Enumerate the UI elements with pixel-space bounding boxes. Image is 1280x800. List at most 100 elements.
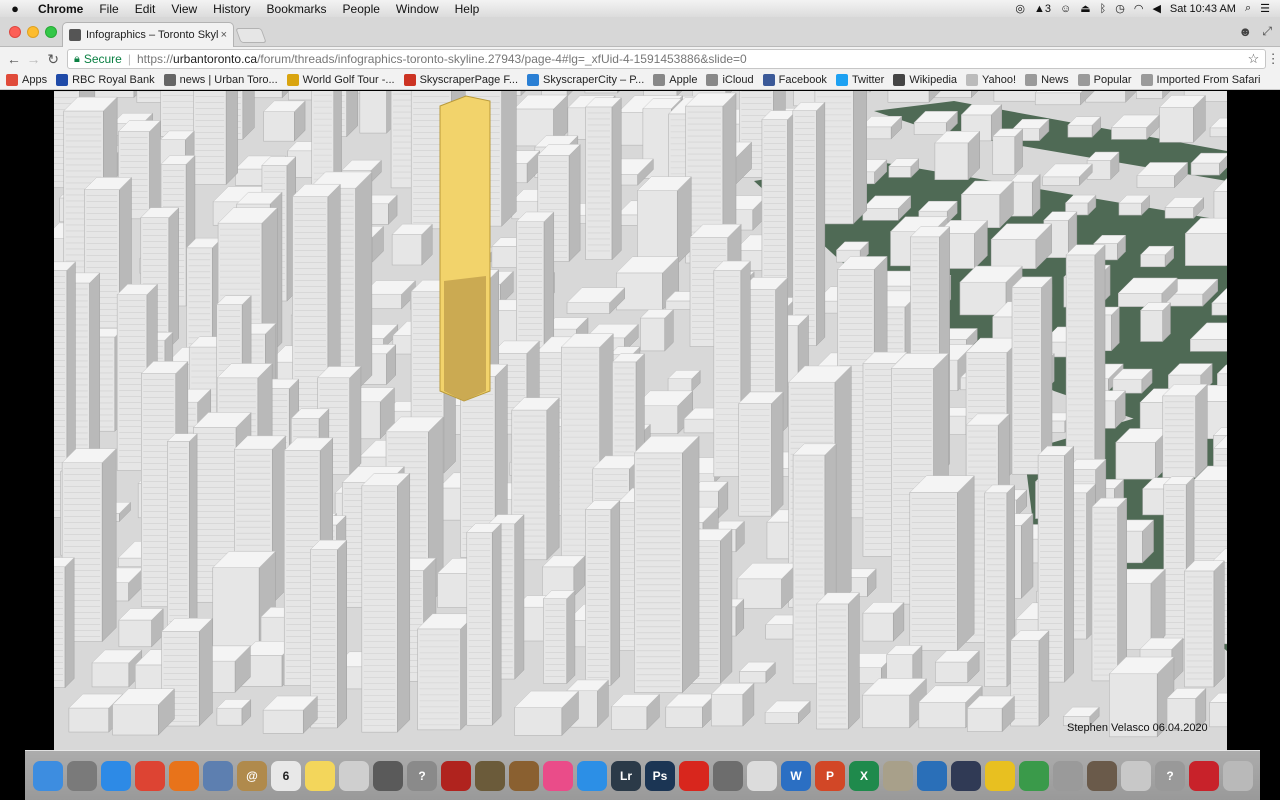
building-face	[792, 110, 817, 346]
bookmark-item[interactable]: Yahoo!	[966, 74, 1016, 86]
menu-file[interactable]: File	[91, 2, 126, 16]
keychain-icon[interactable]	[883, 760, 913, 791]
menu-window[interactable]: Window	[388, 2, 447, 16]
reload-icon[interactable]: ↻	[43, 51, 63, 68]
address-bar[interactable]: 🔒︎ Secure | https:// urbantoronto.ca /fo…	[66, 49, 1267, 69]
menu-view[interactable]: View	[163, 2, 205, 16]
time-machine-icon[interactable]: ◷	[1115, 2, 1125, 15]
close-window-button[interactable]	[9, 26, 21, 38]
building-side	[64, 557, 75, 689]
imovie-icon[interactable]	[475, 760, 505, 791]
building-face	[764, 712, 799, 724]
powerpoint-icon[interactable]: P	[815, 760, 845, 791]
minimize-window-button[interactable]	[27, 26, 39, 38]
menu-chrome[interactable]: Chrome	[30, 2, 91, 16]
building-side	[1195, 383, 1208, 479]
photo-booth-icon[interactable]	[441, 760, 471, 791]
photo-viewer-icon[interactable]	[339, 760, 369, 791]
notification-icon[interactable]: ▲3	[1034, 3, 1051, 15]
menu-edit[interactable]: Edit	[127, 2, 164, 16]
tab-close-icon[interactable]: ×	[221, 29, 227, 41]
bookmark-item[interactable]: Apps	[6, 74, 47, 86]
menu-bookmarks[interactable]: Bookmarks	[259, 2, 335, 16]
menu-people[interactable]: People	[335, 2, 388, 16]
bookmark-item[interactable]: Facebook	[762, 74, 827, 86]
bookmark-star-icon[interactable]: ☆	[1248, 51, 1260, 67]
photoshop-icon[interactable]: Ps	[645, 760, 675, 791]
firefox-icon[interactable]	[169, 760, 199, 791]
utilities-icon[interactable]	[713, 760, 743, 791]
fullscreen-icon[interactable]: ⤢	[1262, 24, 1272, 39]
chrome-icon[interactable]	[135, 760, 165, 791]
toronto-skyline-render[interactable]	[54, 91, 1227, 751]
finder-window-icon[interactable]	[1053, 760, 1083, 791]
bookmark-item[interactable]: Popular	[1077, 74, 1132, 86]
bookmark-item[interactable]: SkyscraperPage F...	[403, 74, 518, 86]
word-icon[interactable]: W	[781, 760, 811, 791]
url-host: urbantoronto.ca	[173, 52, 258, 66]
gimp-icon[interactable]	[1087, 760, 1117, 791]
excel-icon[interactable]: X	[849, 760, 879, 791]
safari-icon[interactable]	[101, 760, 131, 791]
download-app-icon[interactable]	[1019, 760, 1049, 791]
trash-icon[interactable]	[1223, 760, 1253, 791]
wifi-icon[interactable]: ◠	[1134, 2, 1144, 15]
tab-infographics[interactable]: Infographics – Toronto Skyline ×	[62, 22, 234, 47]
building-face	[1140, 310, 1164, 342]
building-side	[168, 207, 179, 349]
bookmark-item[interactable]: SkyscraperCity – P...	[527, 74, 644, 86]
bookmark-item[interactable]: RBC Royal Bank	[56, 74, 155, 86]
building-face	[1159, 106, 1194, 143]
building-face	[918, 701, 967, 729]
menu-history[interactable]: History	[205, 2, 258, 16]
building-side	[1021, 513, 1034, 599]
calendar-icon[interactable]: 6	[271, 760, 301, 791]
back-arrow-icon[interactable]: ←	[4, 51, 24, 67]
facetime-icon[interactable]	[373, 760, 403, 791]
itunes-icon[interactable]	[543, 760, 573, 791]
garageband-icon[interactable]	[509, 760, 539, 791]
preview-icon[interactable]	[203, 760, 233, 791]
bookmark-item[interactable]: Wikipedia	[893, 74, 957, 86]
launchpad-icon[interactable]	[67, 760, 97, 791]
app-store-icon[interactable]	[577, 760, 607, 791]
forward-arrow-icon[interactable]: →	[24, 51, 44, 67]
browser-toolbar: ← → ↻ 🔒︎ Secure | https:// urbantoronto.…	[0, 47, 1280, 71]
help-icon[interactable]: ?	[407, 760, 437, 791]
spotlight-icon[interactable]: ⌕	[1245, 2, 1251, 15]
zoom-window-button[interactable]	[45, 26, 57, 38]
apple-menu-icon[interactable]: ●	[0, 1, 30, 16]
notes-icon[interactable]	[305, 760, 335, 791]
creative-cloud-icon[interactable]: ◎	[1015, 2, 1025, 15]
new-tab-button[interactable]	[235, 28, 267, 43]
bookmark-item[interactable]: Imported From Safari	[1140, 74, 1260, 86]
bookmark-item[interactable]: Apple	[653, 74, 697, 86]
acrobat-icon[interactable]	[679, 760, 709, 791]
note-app-icon[interactable]	[985, 760, 1015, 791]
lightroom-icon[interactable]: Lr	[611, 760, 641, 791]
security-app-icon[interactable]	[1189, 760, 1219, 791]
notification-center-icon[interactable]: ☰	[1260, 2, 1270, 15]
menu-help[interactable]: Help	[447, 2, 488, 16]
eject-icon[interactable]: ⏏	[1080, 2, 1090, 15]
screen-recorder-icon[interactable]	[951, 760, 981, 791]
building-side	[89, 272, 100, 477]
chrome-menu-icon[interactable]: ⋮	[1266, 51, 1280, 67]
bookmark-item[interactable]: Twitter	[835, 74, 884, 86]
clock[interactable]: Sat 10:43 AM	[1170, 3, 1236, 15]
downloads-icon[interactable]	[1121, 760, 1151, 791]
bluetooth-icon[interactable]: ᛒ	[1100, 3, 1107, 15]
bookmark-item[interactable]: World Golf Tour -...	[286, 74, 395, 86]
profile-icon[interactable]: ☻	[1238, 24, 1252, 39]
building-face	[216, 707, 243, 726]
textedit-icon[interactable]	[747, 760, 777, 791]
contacts-icon[interactable]: @	[237, 760, 267, 791]
bookmark-item[interactable]: News	[1025, 74, 1069, 86]
quicktime-icon[interactable]	[917, 760, 947, 791]
help-2-icon[interactable]: ?	[1155, 760, 1185, 791]
face-icon[interactable]: ☺	[1060, 3, 1071, 15]
bookmark-item[interactable]: iCloud	[706, 74, 754, 86]
volume-icon[interactable]: ◀	[1152, 2, 1160, 15]
finder-icon[interactable]	[33, 760, 63, 791]
bookmark-item[interactable]: news | Urban Toro...	[163, 74, 278, 86]
